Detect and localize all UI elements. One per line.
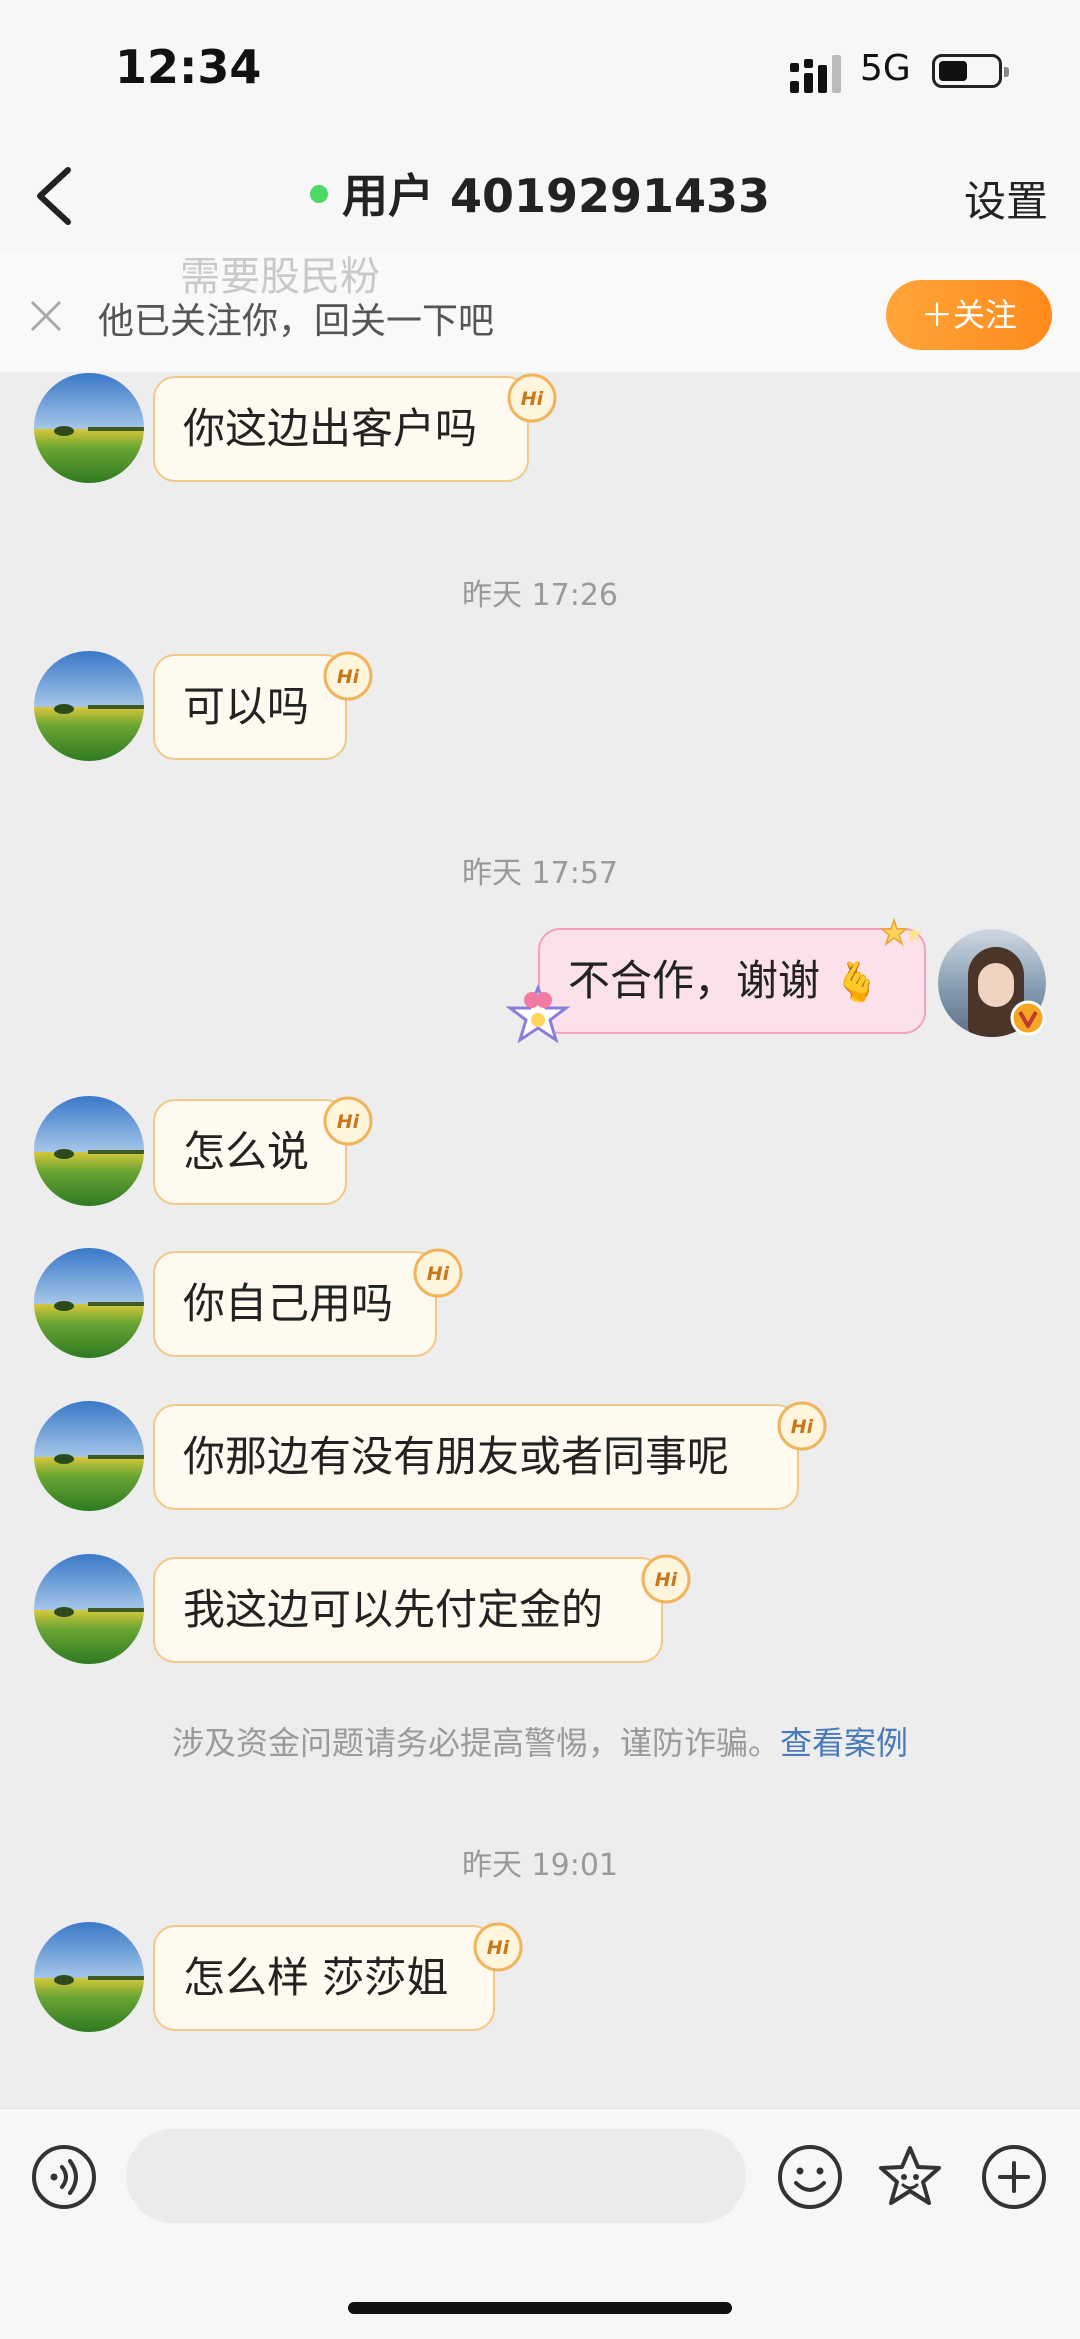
message-bubble[interactable]: 可以吗	[153, 654, 347, 760]
hi-badge-icon	[506, 372, 558, 424]
sender-avatar[interactable]	[34, 1922, 144, 2032]
close-icon[interactable]	[28, 298, 64, 334]
network-type: 5G	[860, 48, 911, 89]
follow-back-banner: 需要股民粉 他已关注你，回关一下吧 ＋关注	[0, 252, 1080, 372]
message-bubble[interactable]: 怎么说	[153, 1099, 347, 1205]
message-bubble[interactable]: 你那边有没有朋友或者同事呢	[153, 1404, 799, 1510]
voice-icon[interactable]	[30, 2143, 98, 2211]
hi-badge-icon	[472, 1921, 524, 1973]
follow-button[interactable]: ＋关注	[886, 280, 1052, 350]
home-indicator	[348, 2302, 732, 2314]
chat-username: 用户 4019291433	[341, 169, 771, 223]
message-input[interactable]	[126, 2129, 746, 2223]
fraud-warning-text: 涉及资金问题请务必提高警惕，谨防诈骗。	[171, 1724, 780, 1762]
gift-sticker-icon	[506, 983, 570, 1044]
hi-badge-icon	[322, 1095, 374, 1147]
sender-avatar[interactable]	[34, 373, 144, 483]
settings-button[interactable]: 设置	[964, 168, 1048, 229]
hi-badge-icon	[412, 1247, 464, 1299]
sender-avatar[interactable]	[34, 1401, 144, 1511]
emoji-icon[interactable]	[776, 2143, 844, 2211]
hand-emoji: 🫰	[833, 960, 881, 1004]
chat-title: 用户 4019291433	[0, 160, 1080, 226]
sender-avatar[interactable]	[34, 1554, 144, 1664]
online-status-dot	[309, 184, 328, 203]
battery-icon	[932, 54, 1009, 88]
plus-icon[interactable]	[980, 2143, 1048, 2211]
star-sticker-icon	[880, 918, 922, 947]
sender-avatar[interactable]	[34, 651, 144, 761]
hi-badge-icon	[640, 1553, 692, 1605]
sticker-icon[interactable]	[876, 2143, 944, 2211]
verified-v-icon	[1010, 1000, 1046, 1036]
chat-header: 用户 4019291433 设置	[0, 140, 1080, 253]
fraud-warning: 涉及资金问题请务必提高警惕，谨防诈骗。查看案例	[0, 1718, 1080, 1764]
signal-icon	[790, 55, 841, 93]
my-message-bubble[interactable]: 不合作，谢谢 🫰	[538, 928, 926, 1034]
message-timestamp: 昨天 19:01	[462, 1848, 618, 1883]
message-bubble[interactable]: 怎么样 莎莎姐	[153, 1925, 495, 2031]
follow-back-text: 他已关注你，回关一下吧	[98, 301, 495, 342]
message-bubble[interactable]: 你这边出客户吗	[153, 376, 529, 482]
status-bar: 12:34 5G	[0, 0, 1080, 140]
view-cases-link[interactable]: 查看案例	[780, 1724, 908, 1762]
my-message-text: 不合作，谢谢	[568, 956, 821, 1005]
sender-avatar[interactable]	[34, 1096, 144, 1206]
sender-avatar[interactable]	[34, 1248, 144, 1358]
hi-badge-icon	[322, 650, 374, 702]
message-timestamp: 昨天 17:57	[462, 856, 618, 891]
message-bubble[interactable]: 我这边可以先付定金的	[153, 1557, 663, 1663]
message-timestamp: 昨天 17:26	[462, 578, 618, 613]
status-time: 12:34	[115, 40, 262, 94]
hi-badge-icon	[776, 1400, 828, 1452]
message-bubble[interactable]: 你自己用吗	[153, 1251, 437, 1357]
